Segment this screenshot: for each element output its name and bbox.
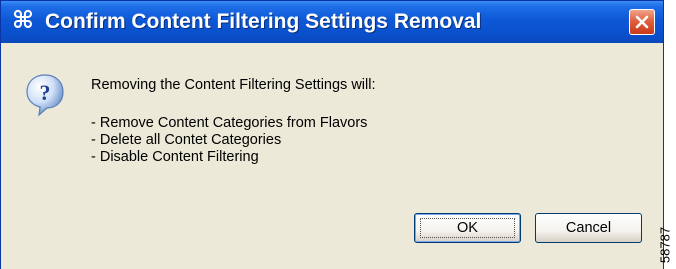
title-bar[interactable]: ⌘ Confirm Content Filtering Settings Rem…: [1, 1, 663, 43]
figure-number-text: 58787: [657, 226, 673, 264]
cancel-label: Cancel: [565, 220, 612, 236]
message: Removing the Content Filtering Settings …: [91, 77, 376, 165]
dialog-body: ? Removing the Content Filtering Setting…: [1, 43, 663, 269]
dialog-title: Confirm Content Filtering Settings Remov…: [45, 10, 482, 33]
focus-indicator: [420, 218, 515, 238]
list-item: - Remove Content Categories from Flavors: [91, 115, 368, 131]
list-item: - Disable Content Filtering: [91, 149, 259, 165]
close-icon: [635, 15, 649, 29]
confirm-dialog: ⌘ Confirm Content Filtering Settings Rem…: [0, 0, 664, 269]
svg-text:?: ?: [40, 80, 51, 105]
list-item: - Delete all Contet Categories: [91, 132, 282, 148]
command-key-icon: ⌘: [11, 7, 35, 34]
ok-button[interactable]: OK: [414, 213, 521, 243]
cancel-button[interactable]: Cancel: [535, 213, 642, 243]
message-heading: Removing the Content Filtering Settings …: [91, 77, 376, 93]
close-button[interactable]: [629, 9, 655, 35]
consequence-list: - Remove Content Categories from Flavors…: [91, 115, 367, 166]
question-icon: ?: [26, 74, 64, 117]
figure-number: 58787: [654, 222, 676, 268]
